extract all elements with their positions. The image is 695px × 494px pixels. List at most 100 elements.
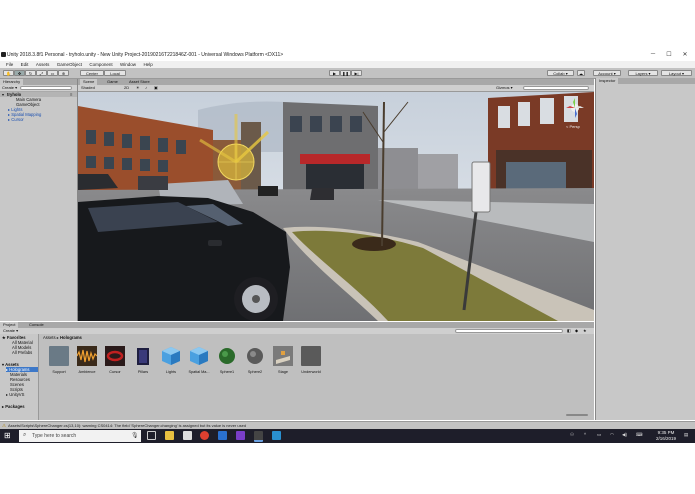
asset-tile[interactable]: Pillars [129,346,157,374]
inspector-panel: Inspector [595,78,695,420]
tray-chevron-icon[interactable]: ^ [584,432,586,437]
scale-tool-button[interactable]: ⤢ [36,70,47,76]
persp-label[interactable]: < Persp [566,124,580,129]
asset-label: Spatial Ma... [188,370,210,374]
orientation-gizmo-icon[interactable] [562,98,588,120]
2d-toggle[interactable]: 2D [124,85,129,91]
shading-mode-dropdown[interactable]: Shaded [81,85,95,91]
pivot-center-toggle[interactable]: Center [80,70,104,76]
breadcrumb-assets[interactable]: Assets [43,335,56,340]
account-dropdown[interactable]: Account ▾ [593,70,621,76]
inspector-tabbar: Inspector [596,78,695,84]
cursor-ring-icon [105,346,125,366]
microphone-icon[interactable]: 🎙 [131,432,139,439]
asset-tile[interactable]: Sphere2 [241,346,269,374]
volume-icon[interactable]: ◀) [622,432,627,438]
scene-viewport[interactable]: < Persp [78,92,594,321]
hololens-emulator-icon[interactable] [272,431,281,440]
maximize-button[interactable]: ☐ [663,51,675,58]
tray-people-icon[interactable]: ⚇ [570,432,574,438]
project-search-input[interactable] [455,329,563,333]
battery-icon[interactable]: ▭ [597,432,601,438]
menu-file[interactable]: File [6,61,13,68]
gizmos-dropdown[interactable]: Gizmos ▾ [496,85,513,91]
asset-thumbnail [49,346,69,366]
breadcrumb: Assets ▸ Holograms [43,335,82,340]
audio-toggle-icon[interactable]: ♪ [145,85,147,91]
layers-dropdown[interactable]: Layers ▾ [628,70,658,76]
prefab-cube-icon [189,346,209,366]
asset-tile[interactable]: Lights [157,346,185,374]
menu-component[interactable]: Component [89,61,112,68]
rotate-tool-button[interactable]: ↻ [25,70,36,76]
store-icon[interactable] [183,431,192,440]
space-local-toggle[interactable]: Local [104,70,126,76]
menu-assets[interactable]: Assets [36,61,50,68]
menu-edit[interactable]: Edit [21,61,29,68]
lighting-toggle-icon[interactable]: ☀ [136,85,140,91]
expand-arrow-icon[interactable]: ▾ [2,92,4,97]
chrome-icon[interactable] [200,431,209,440]
hierarchy-create-button[interactable]: Create ▾ [2,85,17,91]
asset-tile[interactable]: Cursor [101,346,129,374]
status-bar[interactable]: ⚠ Assets\Scripts\SphereChanger.cs(13,10)… [0,421,695,429]
edge-icon[interactable] [218,431,227,440]
scene-search-input[interactable] [523,86,589,90]
project-folder-tree: ★ Favorites All Material All Models All … [0,334,39,420]
effects-toggle-icon[interactable]: ▣ [154,85,158,91]
step-button[interactable]: ▶| [351,70,362,76]
menu-window[interactable]: Window [120,61,136,68]
task-view-icon[interactable] [147,431,156,440]
asset-tile[interactable]: Spatial Ma... [185,346,213,374]
hierarchy-search-input[interactable] [20,86,72,90]
layout-dropdown[interactable]: Layout ▾ [661,70,692,76]
asset-label: Sphere2 [247,370,263,374]
asset-tile[interactable]: Ambience [73,346,101,374]
asset-label: Lights [165,370,177,374]
asset-label: Underworld [301,370,321,374]
street-scene-image [78,92,594,321]
wifi-icon[interactable]: ◠ [610,432,614,438]
scene-options-icon[interactable]: ≡ [70,92,72,97]
asset-label: Cursor [109,370,121,374]
asset-label: Ambience [78,370,96,374]
taskbar-search-box[interactable]: ⌕ Type here to search 🎙 [19,430,141,442]
asset-tile[interactable]: Stage [269,346,297,374]
tab-inspector[interactable]: Inspector [596,78,619,84]
play-button[interactable]: ▶ [329,70,340,76]
asset-label: Sphere1 [219,370,235,374]
sphere-model-icon [245,346,265,366]
hand-tool-button[interactable]: ✋ [3,70,14,76]
system-clock[interactable]: 9:35 PM 2/16/2019 [652,430,680,442]
asset-tile[interactable]: Underworld [297,346,325,374]
folder-label: UnityVS [9,392,25,397]
move-tool-button[interactable]: ✥ [14,70,25,76]
collab-dropdown[interactable]: Collab ▾ [547,70,574,76]
keyboard-icon[interactable]: ⌨ [636,432,643,438]
transform-tool-button[interactable]: ⊕ [58,70,69,76]
taskbar-search-placeholder: Type here to search [32,433,77,439]
rect-tool-button[interactable]: ▭ [47,70,58,76]
pause-button[interactable]: ❚❚ [340,70,351,76]
minimize-button[interactable]: ─ [647,51,659,57]
windows-start-icon[interactable]: ⊞ [4,432,11,440]
stage-model-icon [273,346,293,366]
visual-studio-icon[interactable] [236,431,245,440]
cloud-icon[interactable]: ☁ [577,70,585,76]
breadcrumb-holograms[interactable]: Holograms [60,335,82,340]
asset-tile[interactable]: Support [45,346,73,374]
asset-tile[interactable]: Sphere1 [213,346,241,374]
status-message: Assets\Scripts\SphereChanger.cs(13,10): … [8,423,247,428]
notifications-icon[interactable]: ▤ [684,432,688,438]
hierarchy-item-cursor[interactable]: ▸ Cursor [8,117,24,122]
folder-item-unityvs[interactable]: ▸ UnityVS [6,392,24,397]
hierarchy-panel: Hierarchy Create ▾ ▾ tryholo ≡ Main Came… [0,79,78,321]
file-explorer-icon[interactable] [165,431,174,440]
packages-header[interactable]: ▸ Packages [2,404,25,409]
icon-size-slider[interactable] [566,414,588,416]
menu-help[interactable]: Help [143,61,152,68]
close-button[interactable]: ✕ [679,51,691,58]
favorites-item-prefabs[interactable]: All Prefabs [12,350,32,355]
unity-taskbar-icon[interactable] [254,431,263,442]
menu-gameobject[interactable]: GameObject [57,61,82,68]
